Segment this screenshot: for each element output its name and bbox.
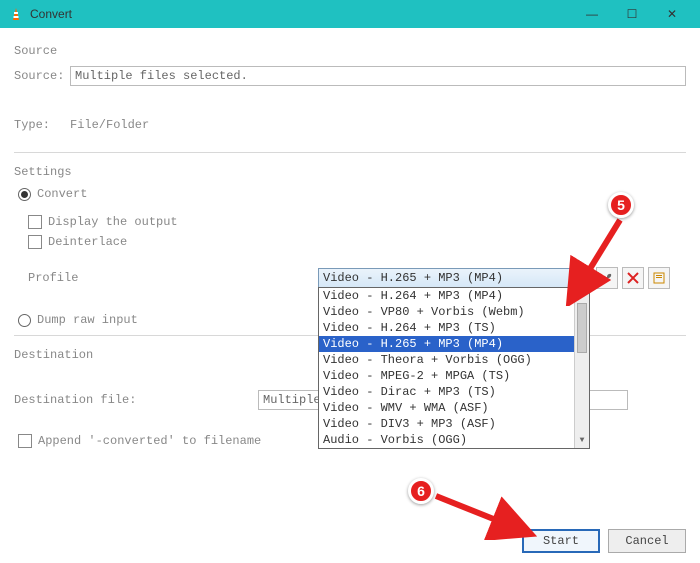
deinterlace-label: Deinterlace	[48, 235, 127, 249]
convert-radio[interactable]	[18, 188, 31, 201]
profile-label: Profile	[28, 271, 118, 285]
source-label: Source:	[14, 69, 70, 83]
display-output-label: Display the output	[48, 215, 178, 229]
profile-option[interactable]: Video - WMV + WMA (ASF)	[319, 400, 589, 416]
maximize-button[interactable]: ☐	[612, 0, 652, 28]
dropdown-scrollbar[interactable]: ▲ ▼	[574, 288, 589, 448]
profile-option[interactable]: Video - DIV3 + MP3 (ASF)	[319, 416, 589, 432]
profile-option[interactable]: Audio - Vorbis (OGG)	[319, 432, 589, 448]
profile-option[interactable]: Video - MPEG-2 + MPGA (TS)	[319, 368, 589, 384]
profile-option[interactable]: Video - Dirac + MP3 (TS)	[319, 384, 589, 400]
titlebar: Convert — ☐ ✕	[0, 0, 700, 28]
new-profile-button[interactable]	[648, 267, 670, 289]
vlc-icon	[8, 6, 24, 22]
display-output-row[interactable]: Display the output	[28, 215, 686, 229]
minimize-button[interactable]: —	[572, 0, 612, 28]
scroll-thumb[interactable]	[577, 303, 587, 353]
close-button[interactable]: ✕	[652, 0, 692, 28]
profile-option[interactable]: Video - VP80 + Vorbis (Webm)	[319, 304, 589, 320]
display-output-checkbox[interactable]	[28, 215, 42, 229]
settings-section-label: Settings	[14, 165, 686, 179]
window-title: Convert	[30, 7, 572, 21]
profile-dropdown[interactable]: Video - H.264 + MP3 (MP4) Video - VP80 +…	[318, 287, 590, 449]
append-converted-checkbox[interactable]	[18, 434, 32, 448]
chevron-down-icon	[577, 275, 585, 280]
callout-5: 5	[608, 192, 634, 218]
type-value: File/Folder	[70, 118, 149, 132]
convert-radio-label: Convert	[37, 187, 87, 201]
profile-option-selected[interactable]: Video - H.265 + MP3 (MP4)	[319, 336, 589, 352]
profile-option[interactable]: Video - H.264 + MP3 (MP4)	[319, 288, 589, 304]
append-converted-label: Append '-converted' to filename	[38, 434, 261, 448]
type-label: Type:	[14, 118, 70, 132]
deinterlace-checkbox[interactable]	[28, 235, 42, 249]
destination-file-label: Destination file:	[14, 393, 144, 407]
source-input[interactable]	[70, 66, 686, 86]
source-section-label: Source	[14, 44, 686, 58]
scroll-down-icon[interactable]: ▼	[575, 433, 589, 448]
new-profile-icon	[653, 272, 665, 284]
convert-radio-row[interactable]: Convert	[18, 187, 686, 201]
callout-6: 6	[408, 478, 434, 504]
delete-profile-button[interactable]	[622, 267, 644, 289]
profile-selected-text: Video - H.265 + MP3 (MP4)	[323, 271, 503, 285]
dump-raw-radio[interactable]	[18, 314, 31, 327]
profile-option[interactable]: Video - H.264 + MP3 (TS)	[319, 320, 589, 336]
divider	[14, 152, 686, 153]
scroll-up-icon[interactable]: ▲	[575, 288, 589, 303]
delete-x-icon	[627, 272, 639, 284]
profile-combobox[interactable]: Video - H.265 + MP3 (MP4)	[318, 268, 590, 288]
start-button[interactable]: Start	[522, 529, 600, 553]
profile-option[interactable]: Video - Theora + Vorbis (OGG)	[319, 352, 589, 368]
cancel-button[interactable]: Cancel	[608, 529, 686, 553]
deinterlace-row[interactable]: Deinterlace	[28, 235, 686, 249]
edit-profile-button[interactable]	[596, 267, 618, 289]
dump-raw-label: Dump raw input	[37, 313, 138, 327]
wrench-icon	[600, 271, 614, 285]
